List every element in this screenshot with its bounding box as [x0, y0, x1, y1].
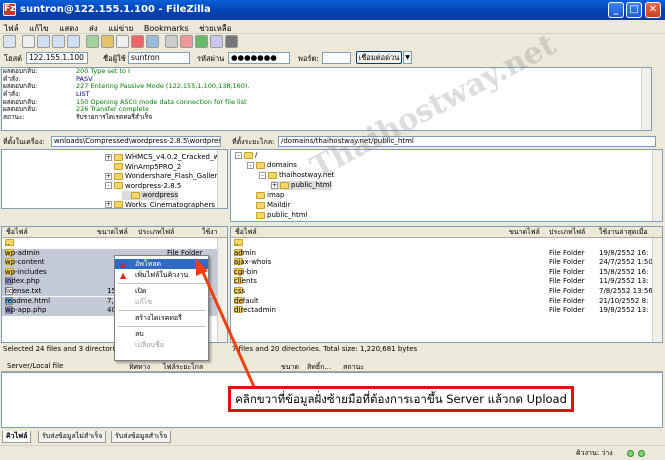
arrow-head	[196, 258, 208, 276]
arrow-shaft	[200, 269, 257, 390]
instruction-callout: คลิกขวาที่ข้อมูลฝั่งซ้ายมือที่ต้องการเอา…	[228, 386, 574, 412]
